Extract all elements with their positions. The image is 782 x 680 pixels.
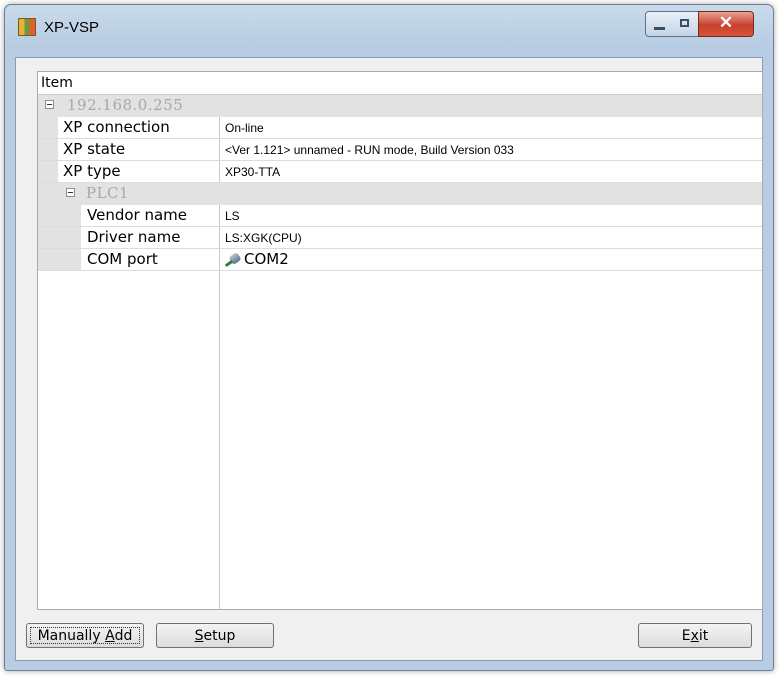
row-indent — [38, 117, 58, 138]
exit-label-end: it — [698, 627, 709, 644]
property-value[interactable]: LS — [225, 209, 240, 223]
com-port-label: COM2 — [244, 250, 289, 268]
maximize-button[interactable] — [672, 11, 699, 37]
plc-group-label: PLC1 — [86, 184, 130, 202]
com-port-value[interactable]: COM2 — [224, 250, 289, 268]
window-title: XP-VSP — [44, 19, 100, 36]
close-button[interactable]: ✕ — [698, 11, 754, 37]
grid-header[interactable]: Item — [38, 72, 762, 95]
property-name: Vendor name — [87, 206, 188, 224]
property-name: COM port — [87, 250, 158, 268]
property-value[interactable]: On-line — [225, 121, 264, 135]
manually-add-button[interactable]: Manually Add — [26, 623, 144, 648]
property-name: XP state — [63, 140, 126, 158]
setup-mnemonic: S — [194, 627, 204, 644]
row-indent — [38, 227, 81, 248]
property-row[interactable]: XP state <Ver 1.121> unnamed - RUN mode,… — [38, 139, 762, 161]
property-row[interactable]: Vendor name LS — [38, 205, 762, 227]
row-indent — [38, 139, 58, 160]
maximize-icon — [680, 19, 689, 27]
setup-button[interactable]: Setup — [156, 623, 274, 648]
property-value[interactable]: <Ver 1.121> unnamed - RUN mode, Build Ve… — [225, 143, 514, 157]
property-row[interactable]: XP type XP30-TTA — [38, 161, 762, 183]
row-indent — [38, 205, 81, 226]
property-grid[interactable]: Item 192.168.0.255 XP connection On-line… — [37, 71, 763, 610]
property-row[interactable]: COM port COM2 — [38, 249, 762, 271]
manually-add-label-start: Manually — [37, 627, 106, 644]
minimize-icon — [654, 27, 665, 30]
row-indent — [38, 161, 58, 182]
app-icon[interactable] — [18, 18, 36, 36]
plc-group-row[interactable]: PLC1 — [38, 183, 762, 205]
manually-add-mnemonic: A — [105, 627, 115, 644]
exit-label-start: E — [681, 627, 691, 644]
device-ip-label: 192.168.0.255 — [67, 96, 184, 114]
device-group-row[interactable]: 192.168.0.255 — [38, 95, 762, 117]
property-name: XP connection — [63, 118, 170, 136]
property-value[interactable]: XP30-TTA — [225, 165, 280, 179]
property-row[interactable]: XP connection On-line — [38, 117, 762, 139]
collapse-icon[interactable] — [45, 100, 54, 109]
manually-add-label-end: dd — [114, 627, 133, 644]
setup-label-end: etup — [203, 627, 236, 644]
exit-mnemonic: x — [690, 627, 699, 644]
plug-icon — [224, 251, 242, 268]
minimize-button[interactable] — [645, 11, 673, 37]
collapse-icon[interactable] — [66, 188, 75, 197]
property-row[interactable]: Driver name LS:XGK(CPU) — [38, 227, 762, 249]
exit-button[interactable]: Ex it — [638, 623, 752, 648]
property-name: XP type — [63, 162, 121, 180]
close-icon: ✕ — [718, 13, 734, 32]
row-indent — [38, 249, 81, 270]
header-item-label: Item — [41, 75, 73, 91]
title-bar[interactable]: XP-VSP ✕ — [5, 5, 773, 57]
property-value[interactable]: LS:XGK(CPU) — [225, 231, 302, 245]
property-name: Driver name — [87, 228, 181, 246]
row-indent — [38, 183, 58, 204]
